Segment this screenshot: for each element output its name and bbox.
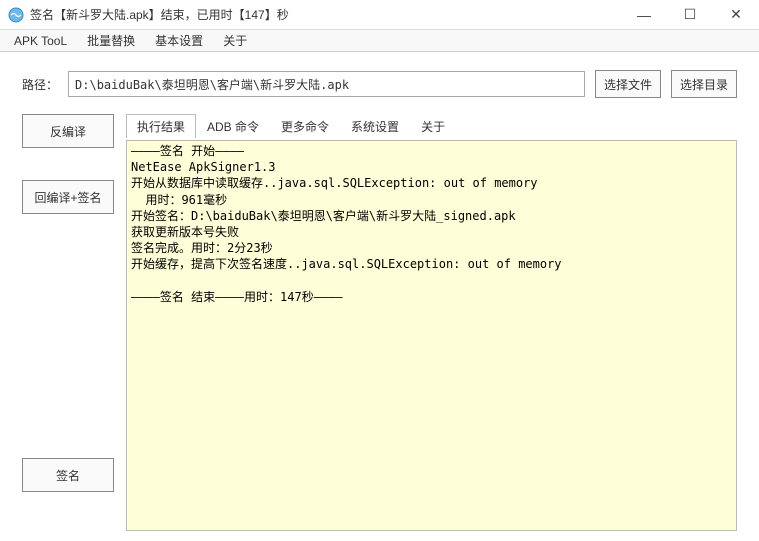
tab-about[interactable]: 关于	[410, 114, 456, 138]
decompile-button[interactable]: 反编译	[22, 114, 114, 148]
maximize-button[interactable]: ☐	[667, 0, 713, 29]
window-title: 签名【新斗罗大陆.apk】结束，已用时【147】秒	[30, 6, 621, 23]
tab-exec-result[interactable]: 执行结果	[126, 114, 196, 138]
titlebar: 签名【新斗罗大陆.apk】结束，已用时【147】秒 — ☐ ✕	[0, 0, 759, 30]
tab-more-cmd[interactable]: 更多命令	[270, 114, 340, 138]
tab-sys-settings[interactable]: 系统设置	[340, 114, 410, 138]
tabs: 执行结果 ADB 命令 更多命令 系统设置 关于	[126, 114, 737, 140]
path-row: 路径： 选择文件 选择目录	[22, 70, 737, 98]
spacer	[22, 246, 114, 426]
menubar: APK TooL 批量替换 基本设置 关于	[0, 30, 759, 52]
console-output[interactable]: ————签名 开始———— NetEase ApkSigner1.3 开始从数据…	[126, 140, 737, 531]
menu-about[interactable]: 关于	[213, 32, 257, 49]
path-label: 路径：	[22, 76, 58, 93]
sign-button[interactable]: 签名	[22, 458, 114, 492]
recompile-sign-button[interactable]: 回编译+签名	[22, 180, 114, 214]
menu-basic-settings[interactable]: 基本设置	[145, 32, 213, 49]
tab-adb-cmd[interactable]: ADB 命令	[196, 114, 270, 138]
window-controls: — ☐ ✕	[621, 0, 759, 29]
side-buttons: 反编译 回编译+签名 签名	[22, 114, 114, 531]
right-panel: 执行结果 ADB 命令 更多命令 系统设置 关于 ————签名 开始———— N…	[126, 114, 737, 531]
menu-apk-tool[interactable]: APK TooL	[4, 34, 77, 48]
select-dir-button[interactable]: 选择目录	[671, 70, 737, 98]
path-input[interactable]	[68, 71, 585, 97]
menu-batch-replace[interactable]: 批量替换	[77, 32, 145, 49]
minimize-button[interactable]: —	[621, 0, 667, 29]
close-button[interactable]: ✕	[713, 0, 759, 29]
app-icon	[8, 7, 24, 23]
content-area: 路径： 选择文件 选择目录 反编译 回编译+签名 签名 执行结果 ADB 命令 …	[0, 52, 759, 541]
main-area: 反编译 回编译+签名 签名 执行结果 ADB 命令 更多命令 系统设置 关于 —…	[22, 114, 737, 531]
select-file-button[interactable]: 选择文件	[595, 70, 661, 98]
